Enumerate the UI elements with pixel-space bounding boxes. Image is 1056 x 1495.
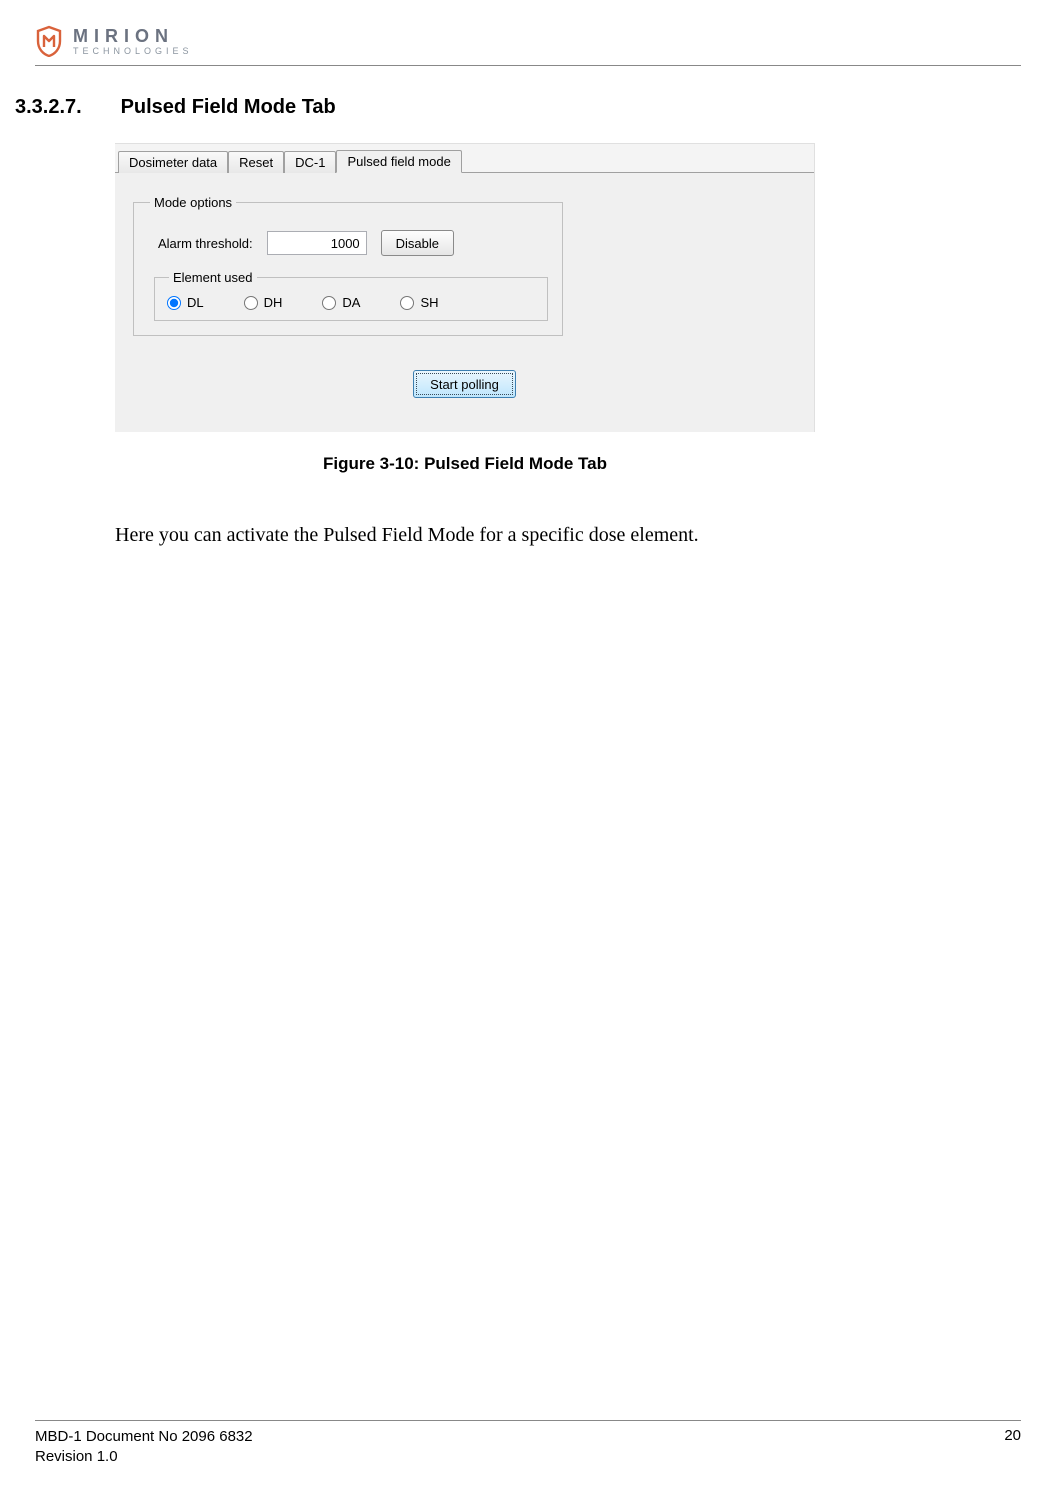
app-window: Dosimeter data Reset DC-1 Pulsed field m… (115, 143, 815, 432)
legend-element-used: Element used (169, 270, 257, 285)
section-heading: 3.3.2.7. Pulsed Field Mode Tab (15, 96, 1021, 119)
page-header: MIRION TECHNOLOGIES (35, 25, 1021, 66)
alarm-threshold-input[interactable] (267, 231, 367, 255)
polling-row: Start polling (133, 370, 796, 398)
mirion-logo-icon (35, 25, 63, 57)
logo-text: MIRION TECHNOLOGIES (73, 27, 193, 56)
tabstrip: Dosimeter data Reset DC-1 Pulsed field m… (115, 144, 814, 172)
row-alarm-threshold: Alarm threshold: Disable (158, 230, 548, 256)
radio-da-label: DA (342, 295, 360, 310)
section-title: Pulsed Field Mode Tab (121, 96, 336, 118)
radio-sh-label: SH (420, 295, 438, 310)
footer-rev: Revision 1.0 (35, 1447, 253, 1467)
fieldset-element-used: Element used DL DH (154, 270, 548, 321)
radio-dl[interactable]: DL (167, 295, 204, 310)
disable-button[interactable]: Disable (381, 230, 454, 256)
footer-left: MBD-1 Document No 2096 6832 Revision 1.0 (35, 1427, 253, 1468)
logo-sub: TECHNOLOGIES (73, 47, 193, 56)
tab-pulsed-field-mode[interactable]: Pulsed field mode (336, 150, 461, 173)
radio-dh-input[interactable] (244, 296, 258, 310)
label-alarm-threshold: Alarm threshold: (158, 236, 253, 251)
tab-dc1[interactable]: DC-1 (284, 151, 336, 173)
figure-caption: Figure 3-10: Pulsed Field Mode Tab (115, 454, 815, 474)
footer-doc: MBD-1 Document No 2096 6832 (35, 1427, 253, 1447)
radio-dh[interactable]: DH (244, 295, 283, 310)
tab-panel: Mode options Alarm threshold: Disable El… (115, 172, 814, 432)
tab-reset[interactable]: Reset (228, 151, 284, 173)
legend-mode-options: Mode options (150, 195, 236, 210)
logo-main: MIRION (73, 27, 193, 45)
radio-sh[interactable]: SH (400, 295, 438, 310)
radio-sh-input[interactable] (400, 296, 414, 310)
element-radio-row: DL DH DA SH (167, 295, 535, 310)
body-paragraph: Here you can activate the Pulsed Field M… (115, 524, 1021, 547)
footer-page-number: 20 (1004, 1427, 1021, 1444)
radio-dl-input[interactable] (167, 296, 181, 310)
radio-da[interactable]: DA (322, 295, 360, 310)
fieldset-mode-options: Mode options Alarm threshold: Disable El… (133, 195, 563, 336)
start-polling-button[interactable]: Start polling (413, 370, 516, 398)
radio-dl-label: DL (187, 295, 204, 310)
radio-da-input[interactable] (322, 296, 336, 310)
section-number: 3.3.2.7. (15, 96, 115, 119)
radio-dh-label: DH (264, 295, 283, 310)
tab-dosimeter-data[interactable]: Dosimeter data (118, 151, 228, 173)
page-footer: MBD-1 Document No 2096 6832 Revision 1.0… (35, 1420, 1021, 1468)
